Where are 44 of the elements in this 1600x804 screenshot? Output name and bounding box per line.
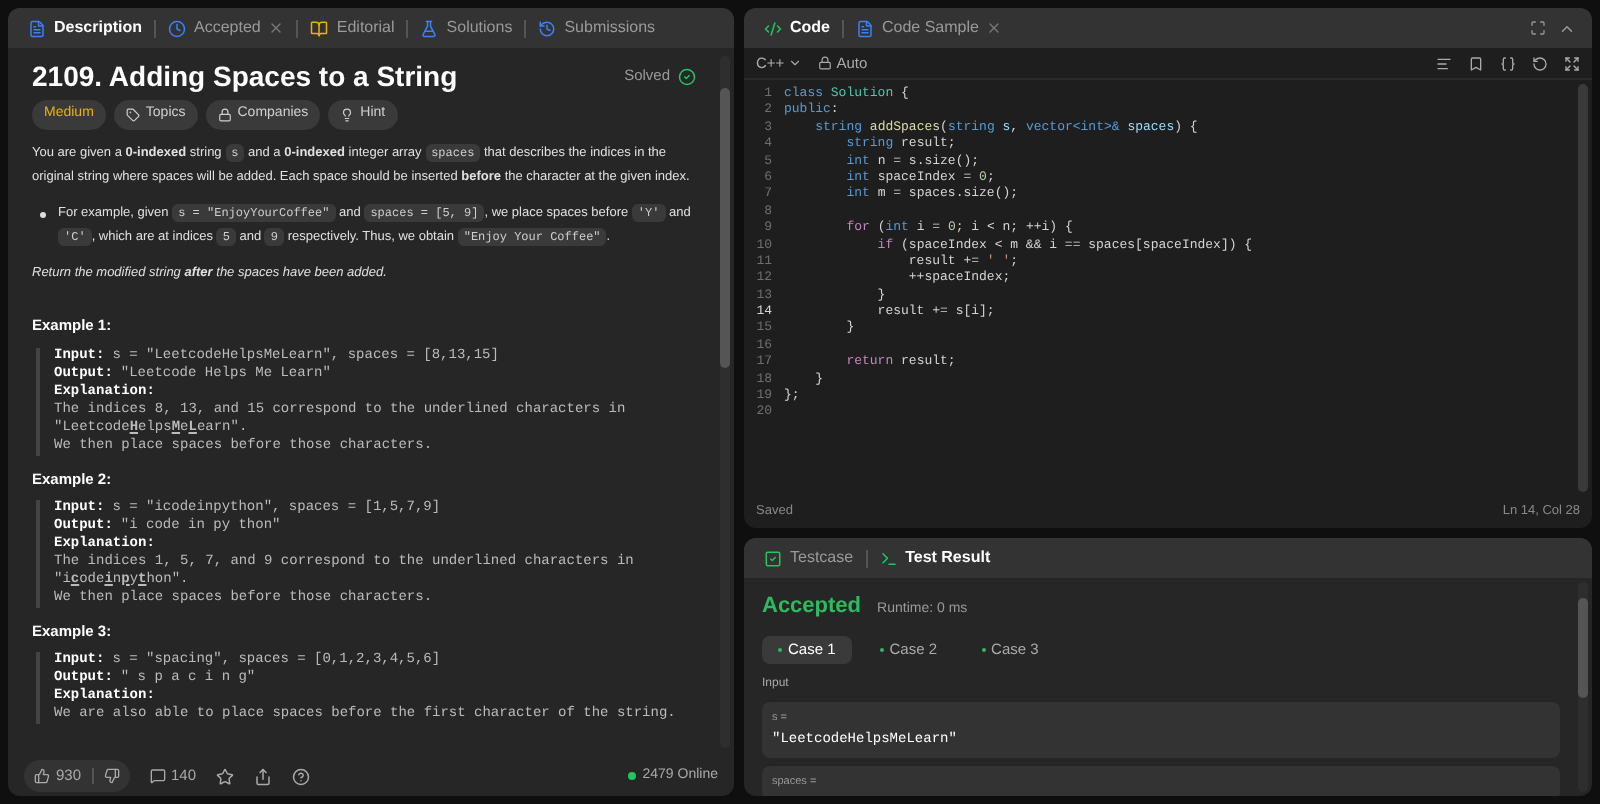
- chevron-down-icon: [788, 56, 803, 70]
- maximize-icon[interactable]: [1530, 20, 1546, 36]
- fullscreen-icon[interactable]: [1564, 55, 1580, 71]
- format-icon[interactable]: [1436, 55, 1452, 71]
- panel-tab[interactable]: Test Result: [867, 542, 1003, 574]
- panel-tab[interactable]: Description: [16, 12, 155, 44]
- panel-tab[interactable]: Editorial: [298, 12, 407, 44]
- tab-icon: [28, 19, 46, 37]
- tab-icon: [538, 19, 557, 37]
- panel-tab[interactable]: Solutions: [408, 12, 525, 44]
- share-icon[interactable]: [254, 767, 273, 785]
- tab-icon: [310, 19, 329, 37]
- bulb-icon: [340, 107, 355, 122]
- verdict-label: Accepted: [762, 592, 862, 622]
- help-icon[interactable]: [292, 767, 311, 785]
- tab-icon: [764, 549, 782, 567]
- tab-icon: [856, 19, 874, 37]
- tab-icon: [420, 19, 439, 37]
- tab-icon: [764, 19, 782, 37]
- bookmark-icon[interactable]: [1468, 55, 1484, 71]
- scrollbar[interactable]: [720, 56, 730, 748]
- thumbs-up-icon: [34, 768, 50, 784]
- panel-tab[interactable]: Accepted: [156, 12, 297, 44]
- bullet-icon: [40, 211, 46, 217]
- lock-icon: [217, 107, 232, 122]
- braces-icon[interactable]: [1500, 55, 1516, 71]
- star-icon[interactable]: [216, 767, 235, 785]
- close-icon[interactable]: [986, 20, 1003, 36]
- close-icon[interactable]: [268, 20, 285, 36]
- tag-icon: [125, 107, 140, 122]
- panel-tab[interactable]: Testcase: [752, 542, 866, 574]
- panel-tab[interactable]: Code: [752, 12, 842, 44]
- lock-icon: [818, 56, 833, 70]
- reset-icon[interactable]: [1532, 55, 1548, 71]
- scrollbar[interactable]: [1578, 84, 1588, 492]
- comment-icon: [149, 768, 166, 784]
- thumbs-down-icon: [103, 768, 120, 784]
- check-icon: [678, 67, 696, 85]
- tab-icon: [168, 19, 187, 37]
- panel-tab[interactable]: Submissions: [526, 12, 668, 44]
- tab-icon: [879, 549, 898, 567]
- panel-tab[interactable]: Code Sample: [844, 12, 1015, 44]
- scrollbar[interactable]: [1578, 582, 1588, 792]
- problem-title: 2109. Adding Spaces to a String: [32, 58, 458, 94]
